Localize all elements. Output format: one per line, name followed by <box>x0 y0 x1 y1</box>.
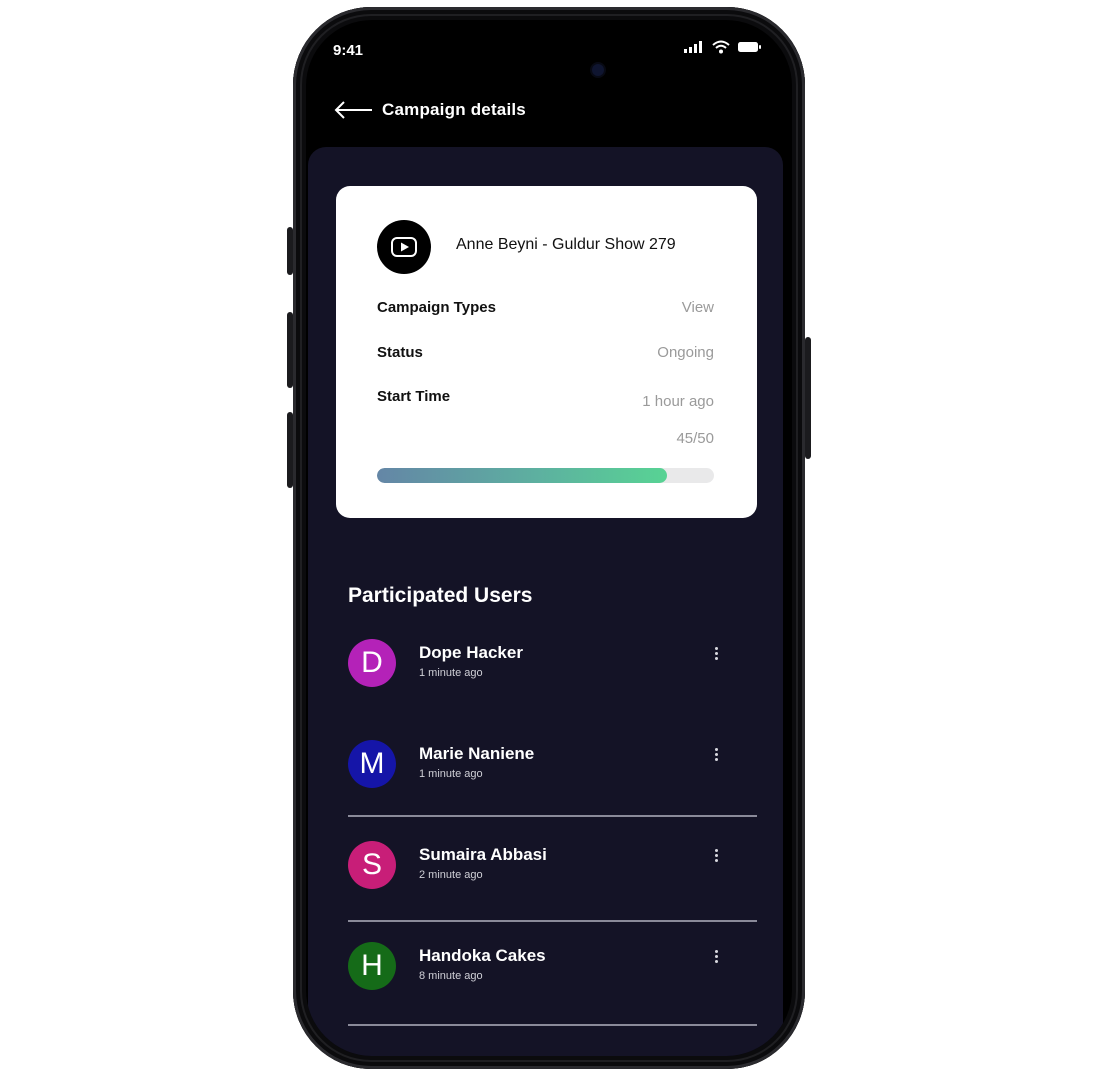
divider <box>348 1024 757 1026</box>
side-button-mute <box>287 227 293 275</box>
battery-icon <box>738 42 761 52</box>
content-panel: Anne Beyni - Guldur Show 279 Campaign Ty… <box>308 147 783 1056</box>
phone-screen: 9:41 Campaign details Anne Beyni - Guldu… <box>306 20 792 1056</box>
list-item[interactable]: H Handoka Cakes 8 minute ago <box>348 942 757 1002</box>
back-arrow-icon[interactable] <box>334 101 374 119</box>
user-name: Sumaira Abbasi <box>419 845 547 864</box>
more-options-icon[interactable] <box>710 647 722 667</box>
page-title: Campaign details <box>382 100 526 119</box>
progress-count: 45/50 <box>676 430 714 447</box>
user-time: 8 minute ago <box>419 970 483 982</box>
youtube-icon <box>377 220 431 274</box>
progress-fill <box>377 468 667 483</box>
avatar: S <box>348 841 396 889</box>
campaign-type-label: Campaign Types <box>377 299 496 316</box>
divider <box>348 815 757 817</box>
user-time: 2 minute ago <box>419 869 483 881</box>
participants-title: Participated Users <box>348 584 533 607</box>
user-time: 1 minute ago <box>419 667 483 679</box>
avatar: H <box>348 942 396 990</box>
avatar: M <box>348 740 396 788</box>
more-options-icon[interactable] <box>710 849 722 869</box>
more-options-icon[interactable] <box>710 748 722 768</box>
wifi-icon <box>712 40 730 54</box>
user-time: 1 minute ago <box>419 768 483 780</box>
avatar: D <box>348 639 396 687</box>
side-button-volume-down <box>287 412 293 488</box>
status-icons <box>684 40 762 54</box>
user-name: Marie Naniene <box>419 744 535 763</box>
divider <box>348 920 757 922</box>
phone-frame: 9:41 Campaign details Anne Beyni - Guldu… <box>287 7 811 1069</box>
user-name: Handoka Cakes <box>419 946 546 965</box>
front-camera <box>592 64 604 76</box>
campaign-card: Anne Beyni - Guldur Show 279 Campaign Ty… <box>336 186 757 518</box>
side-button-volume-up <box>287 312 293 388</box>
status-time: 9:41 <box>333 42 364 59</box>
status-label: Status <box>377 344 423 361</box>
campaign-type-value: View <box>681 299 714 316</box>
list-item[interactable]: S Sumaira Abbasi 2 minute ago <box>348 841 757 901</box>
start-time-label: Start Time <box>377 388 451 405</box>
list-item[interactable]: D Dope Hacker 1 minute ago <box>348 639 757 699</box>
side-button-power <box>805 337 811 459</box>
signal-icon <box>684 41 702 53</box>
start-time-value: 1 hour ago <box>642 393 714 410</box>
more-options-icon[interactable] <box>710 950 722 970</box>
app-header: Campaign details <box>334 100 526 120</box>
list-item[interactable]: M Marie Naniene 1 minute ago <box>348 740 757 800</box>
campaign-video-title: Anne Beyni - Guldur Show 279 <box>456 236 676 253</box>
user-name: Dope Hacker <box>419 643 523 662</box>
progress-bar <box>377 468 714 483</box>
status-value: Ongoing <box>657 344 714 361</box>
